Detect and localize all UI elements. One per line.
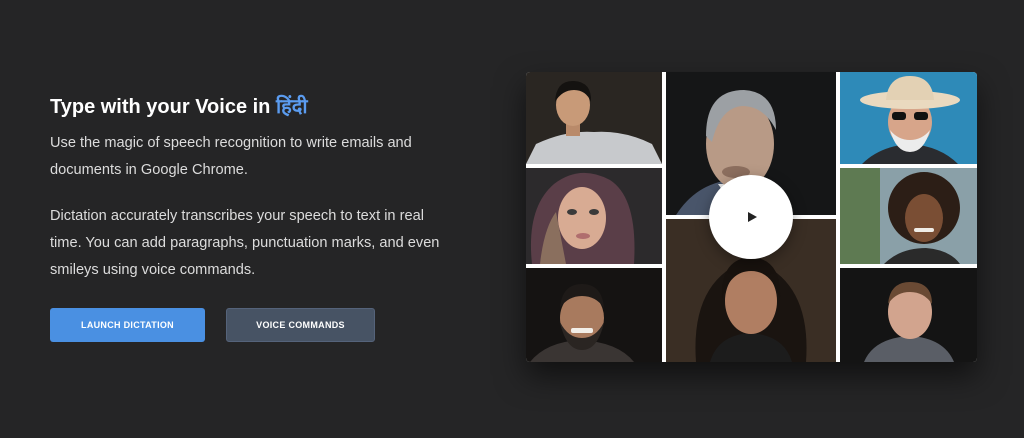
voice-commands-button[interactable]: VOICE COMMANDS bbox=[226, 308, 375, 342]
language-name: हिंदी bbox=[275, 96, 308, 118]
portrait-woman-headscarf bbox=[526, 168, 662, 264]
page-title: Type with your Voice in हिंदी bbox=[50, 92, 450, 122]
hero-text: Type with your Voice in हिंदी Use the ma… bbox=[50, 92, 450, 284]
portrait-man-cowboy-hat bbox=[840, 72, 977, 164]
description-paragraph: Dictation accurately transcribes your sp… bbox=[50, 208, 440, 278]
portrait-man-hoodie bbox=[840, 268, 977, 362]
portrait-smiling-man bbox=[526, 268, 662, 362]
play-video-button[interactable] bbox=[709, 175, 793, 259]
portrait-young-man bbox=[526, 72, 662, 164]
portrait-woman-curly-hair bbox=[840, 168, 977, 264]
intro-paragraph: Use the magic of speech recognition to w… bbox=[50, 135, 412, 178]
launch-dictation-button[interactable]: LAUNCH DICTATION bbox=[50, 308, 205, 342]
headline-text: Type with your Voice in bbox=[50, 96, 271, 118]
play-icon bbox=[748, 212, 757, 222]
